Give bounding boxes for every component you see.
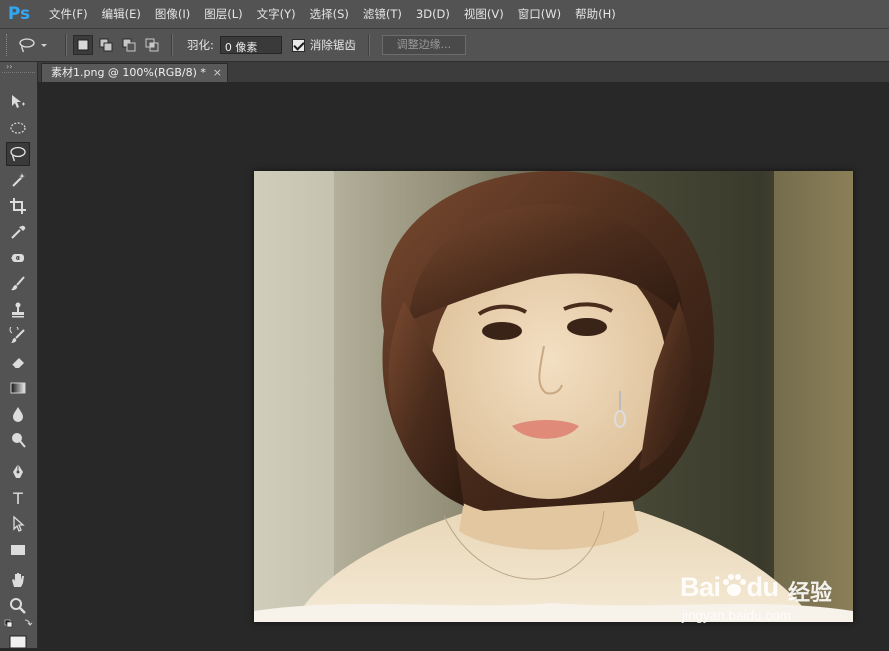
spot-healing-icon bbox=[11, 254, 25, 262]
zoom-icon bbox=[10, 598, 26, 614]
menu-select[interactable]: 选择(S) bbox=[303, 6, 356, 22]
history-brush-tool[interactable] bbox=[6, 324, 30, 348]
watermark-jingyan: 经验 bbox=[788, 581, 833, 606]
menu-help[interactable]: 帮助(H) bbox=[568, 6, 623, 22]
menu-filter[interactable]: 滤镜(T) bbox=[356, 6, 409, 22]
intersect-selection-icon bbox=[145, 38, 159, 52]
dodge-tool[interactable] bbox=[6, 428, 30, 452]
menu-image[interactable]: 图像(I) bbox=[148, 6, 197, 22]
new-selection-button[interactable] bbox=[73, 35, 93, 55]
stamp-tool[interactable] bbox=[6, 298, 30, 322]
gradient-icon bbox=[10, 382, 26, 394]
feather-label: 羽化: bbox=[187, 38, 214, 52]
chevron-down-icon bbox=[41, 44, 47, 47]
move-tool[interactable] bbox=[6, 90, 30, 114]
menu-edit[interactable]: 编辑(E) bbox=[95, 6, 148, 22]
paw-icon bbox=[722, 574, 746, 596]
color-swatches[interactable] bbox=[4, 618, 34, 649]
eyedropper-icon bbox=[11, 225, 26, 239]
document-tab-title: 素材1.png @ 100%(RGB/8) * bbox=[51, 66, 206, 79]
baidu-jingyan-watermark: Bai du 经验 jingyan.baidu.com bbox=[680, 572, 850, 632]
marquee-tool[interactable] bbox=[6, 116, 30, 140]
antialias-checkbox[interactable] bbox=[291, 38, 305, 52]
portrait-photo bbox=[254, 171, 853, 622]
shape-tool[interactable] bbox=[6, 538, 30, 562]
add-selection-icon bbox=[99, 38, 113, 52]
water-drop-icon bbox=[13, 407, 23, 422]
antialias-label: 消除锯齿 bbox=[309, 38, 356, 52]
gradient-tool[interactable] bbox=[6, 376, 30, 400]
move-icon bbox=[12, 95, 25, 108]
rectangle-icon bbox=[11, 545, 25, 555]
watermark-url: jingyan.baidu.com bbox=[682, 608, 791, 623]
lasso-icon bbox=[19, 38, 35, 53]
options-bar-grip[interactable] bbox=[6, 34, 11, 56]
crop-tool[interactable] bbox=[6, 194, 30, 218]
document-tab[interactable]: 素材1.png @ 100%(RGB/8) * × bbox=[41, 63, 228, 82]
menu-view[interactable]: 视图(V) bbox=[457, 6, 511, 22]
new-selection-icon bbox=[77, 39, 89, 51]
menu-type[interactable]: 文字(Y) bbox=[250, 6, 303, 22]
separator bbox=[171, 34, 173, 56]
pen-icon bbox=[13, 464, 23, 478]
magic-wand-tool[interactable] bbox=[6, 168, 30, 192]
menu-layer[interactable]: 图层(L) bbox=[197, 6, 249, 22]
add-to-selection-button[interactable] bbox=[96, 35, 116, 55]
intersect-selection-button[interactable] bbox=[142, 35, 162, 55]
dodge-icon bbox=[12, 433, 26, 448]
toolbox: ›› T bbox=[0, 62, 38, 649]
type-tool[interactable]: T bbox=[6, 486, 30, 510]
lasso-icon bbox=[10, 146, 26, 162]
menu-bar: Ps 文件(F) 编辑(E) 图像(I) 图层(L) 文字(Y) 选择(S) 滤… bbox=[0, 0, 889, 29]
magic-wand-icon bbox=[12, 173, 25, 187]
close-icon[interactable]: × bbox=[213, 64, 222, 82]
feather-input[interactable]: 0 像素 bbox=[219, 36, 282, 54]
tool-preset-picker[interactable] bbox=[17, 37, 59, 53]
menu-3d[interactable]: 3D(D) bbox=[409, 7, 457, 21]
healing-tool[interactable] bbox=[6, 246, 30, 270]
separator bbox=[367, 34, 370, 56]
eraser-icon bbox=[11, 358, 24, 369]
toolbox-collapse-toggle[interactable]: ›› bbox=[2, 62, 35, 73]
document-canvas-image[interactable] bbox=[254, 171, 853, 622]
eraser-tool[interactable] bbox=[6, 350, 30, 374]
clone-stamp-icon bbox=[12, 302, 24, 318]
watermark-brand: Bai du bbox=[680, 572, 779, 602]
elliptical-marquee-icon bbox=[10, 122, 26, 134]
brush-tool[interactable] bbox=[6, 272, 30, 296]
document-tab-bar: 素材1.png @ 100%(RGB/8) * × bbox=[38, 62, 889, 82]
subtract-from-selection-button[interactable] bbox=[119, 35, 139, 55]
options-bar: 羽化: 0 像素 消除锯齿 调整边缘... bbox=[0, 29, 889, 62]
menu-file[interactable]: 文件(F) bbox=[42, 6, 95, 22]
default-colors-icon bbox=[4, 619, 33, 649]
menu-window[interactable]: 窗口(W) bbox=[511, 6, 568, 22]
hand-icon bbox=[12, 573, 24, 587]
zoom-tool[interactable] bbox=[6, 594, 30, 618]
blur-tool[interactable] bbox=[6, 402, 30, 426]
brush-icon bbox=[11, 276, 25, 291]
path-select-icon bbox=[13, 515, 25, 532]
separator bbox=[65, 34, 67, 56]
history-brush-icon bbox=[9, 327, 25, 343]
lasso-tool[interactable] bbox=[6, 142, 30, 166]
photoshop-logo: Ps bbox=[7, 4, 31, 24]
pen-tool[interactable] bbox=[6, 460, 30, 484]
refine-edge-button[interactable]: 调整边缘... bbox=[381, 35, 466, 55]
path-select-tool[interactable] bbox=[6, 512, 30, 536]
hand-tool[interactable] bbox=[6, 568, 30, 592]
crop-icon bbox=[10, 198, 26, 214]
subtract-selection-icon bbox=[122, 38, 136, 52]
eyedropper-tool[interactable] bbox=[6, 220, 30, 244]
type-icon: T bbox=[13, 488, 23, 508]
